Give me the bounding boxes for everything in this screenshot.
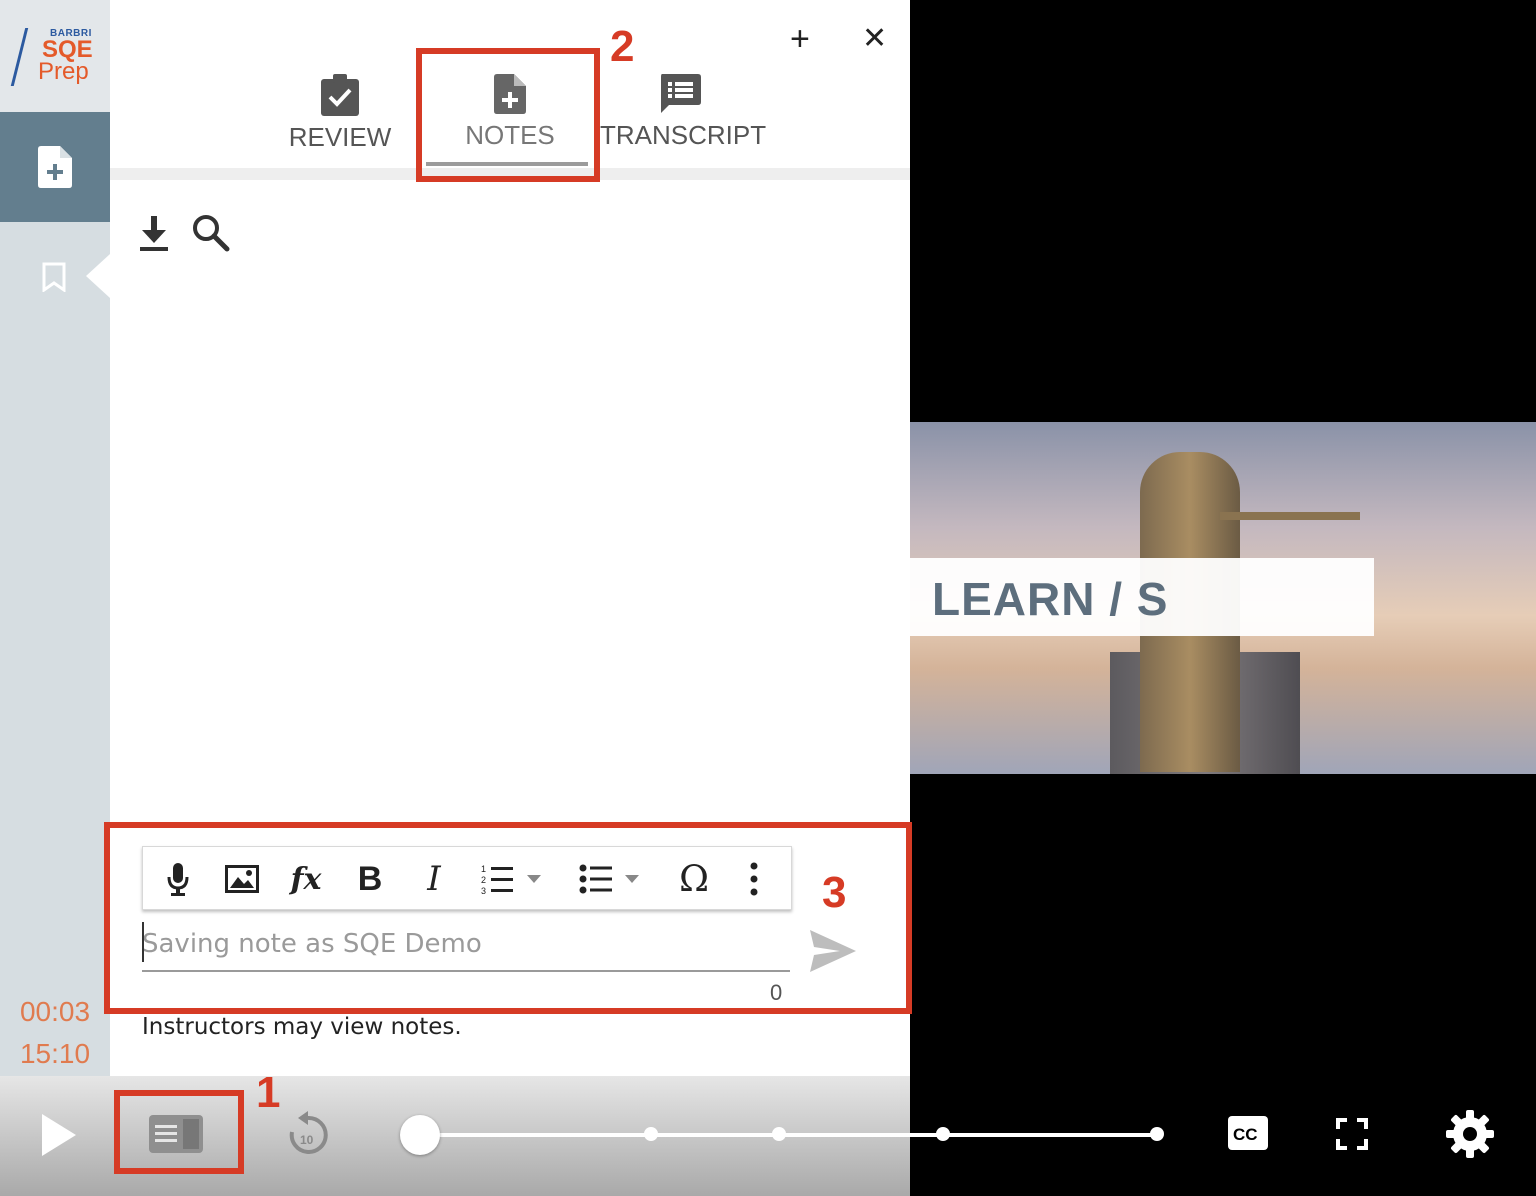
bookmark-icon[interactable] (40, 262, 68, 297)
progress-track[interactable] (420, 1133, 1160, 1137)
add-button[interactable]: + (790, 20, 810, 58)
play-icon[interactable] (40, 1114, 76, 1161)
video-banner: LEARN / S (910, 558, 1374, 636)
closed-captions-icon[interactable]: CC (1228, 1116, 1268, 1155)
chapter-marker[interactable] (772, 1127, 786, 1141)
annotation-number-3: 3 (822, 868, 847, 917)
annotation-box-3 (104, 822, 912, 1014)
annotation-number-1: 1 (256, 1068, 281, 1117)
tab-review-label: REVIEW (288, 122, 392, 152)
video-frame: LEARN / S (910, 422, 1536, 774)
rail-notes-button[interactable] (0, 112, 110, 222)
rail-pointer (86, 254, 110, 298)
logo-slash (10, 28, 29, 86)
fullscreen-icon[interactable] (1336, 1118, 1368, 1155)
barbri-sqe-prep-logo: BARBRI SQE Prep (0, 0, 110, 112)
chapter-marker[interactable] (936, 1127, 950, 1141)
chapter-marker[interactable] (1150, 1127, 1164, 1141)
chapter-marker[interactable] (644, 1127, 658, 1141)
settings-gear-icon[interactable] (1446, 1110, 1494, 1163)
svg-text:CC: CC (1233, 1125, 1258, 1144)
svg-text:10: 10 (300, 1133, 314, 1147)
close-button[interactable]: ✕ (862, 20, 887, 58)
logo-prep: Prep (38, 58, 89, 85)
clipboard-check-icon (321, 74, 359, 116)
search-icon[interactable] (192, 214, 230, 257)
tab-review[interactable]: REVIEW (280, 74, 400, 153)
tab-transcript[interactable]: TRANSCRIPT (600, 74, 766, 151)
video-area[interactable]: LEARN / S (910, 0, 1536, 1086)
annotation-box-1 (114, 1090, 244, 1174)
left-rail: BARBRI SQE Prep 00:03 15:10 (0, 0, 110, 1196)
progress-handle[interactable] (400, 1115, 440, 1155)
statue-scales-arm (1220, 512, 1360, 520)
total-time: 15:10 (19, 1038, 91, 1069)
rewind-10-icon[interactable]: 10 (286, 1110, 330, 1163)
tab-transcript-label: TRANSCRIPT (600, 120, 767, 150)
annotation-box-2 (416, 48, 600, 182)
note-add-icon (38, 146, 72, 188)
transcript-icon (661, 74, 701, 113)
instructors-notice: Instructors may view notes. (142, 1014, 462, 1040)
video-banner-text: LEARN / S (932, 573, 1169, 625)
download-icon[interactable] (138, 214, 170, 257)
current-time: 00:03 (19, 996, 91, 1027)
annotation-number-2: 2 (610, 22, 635, 71)
